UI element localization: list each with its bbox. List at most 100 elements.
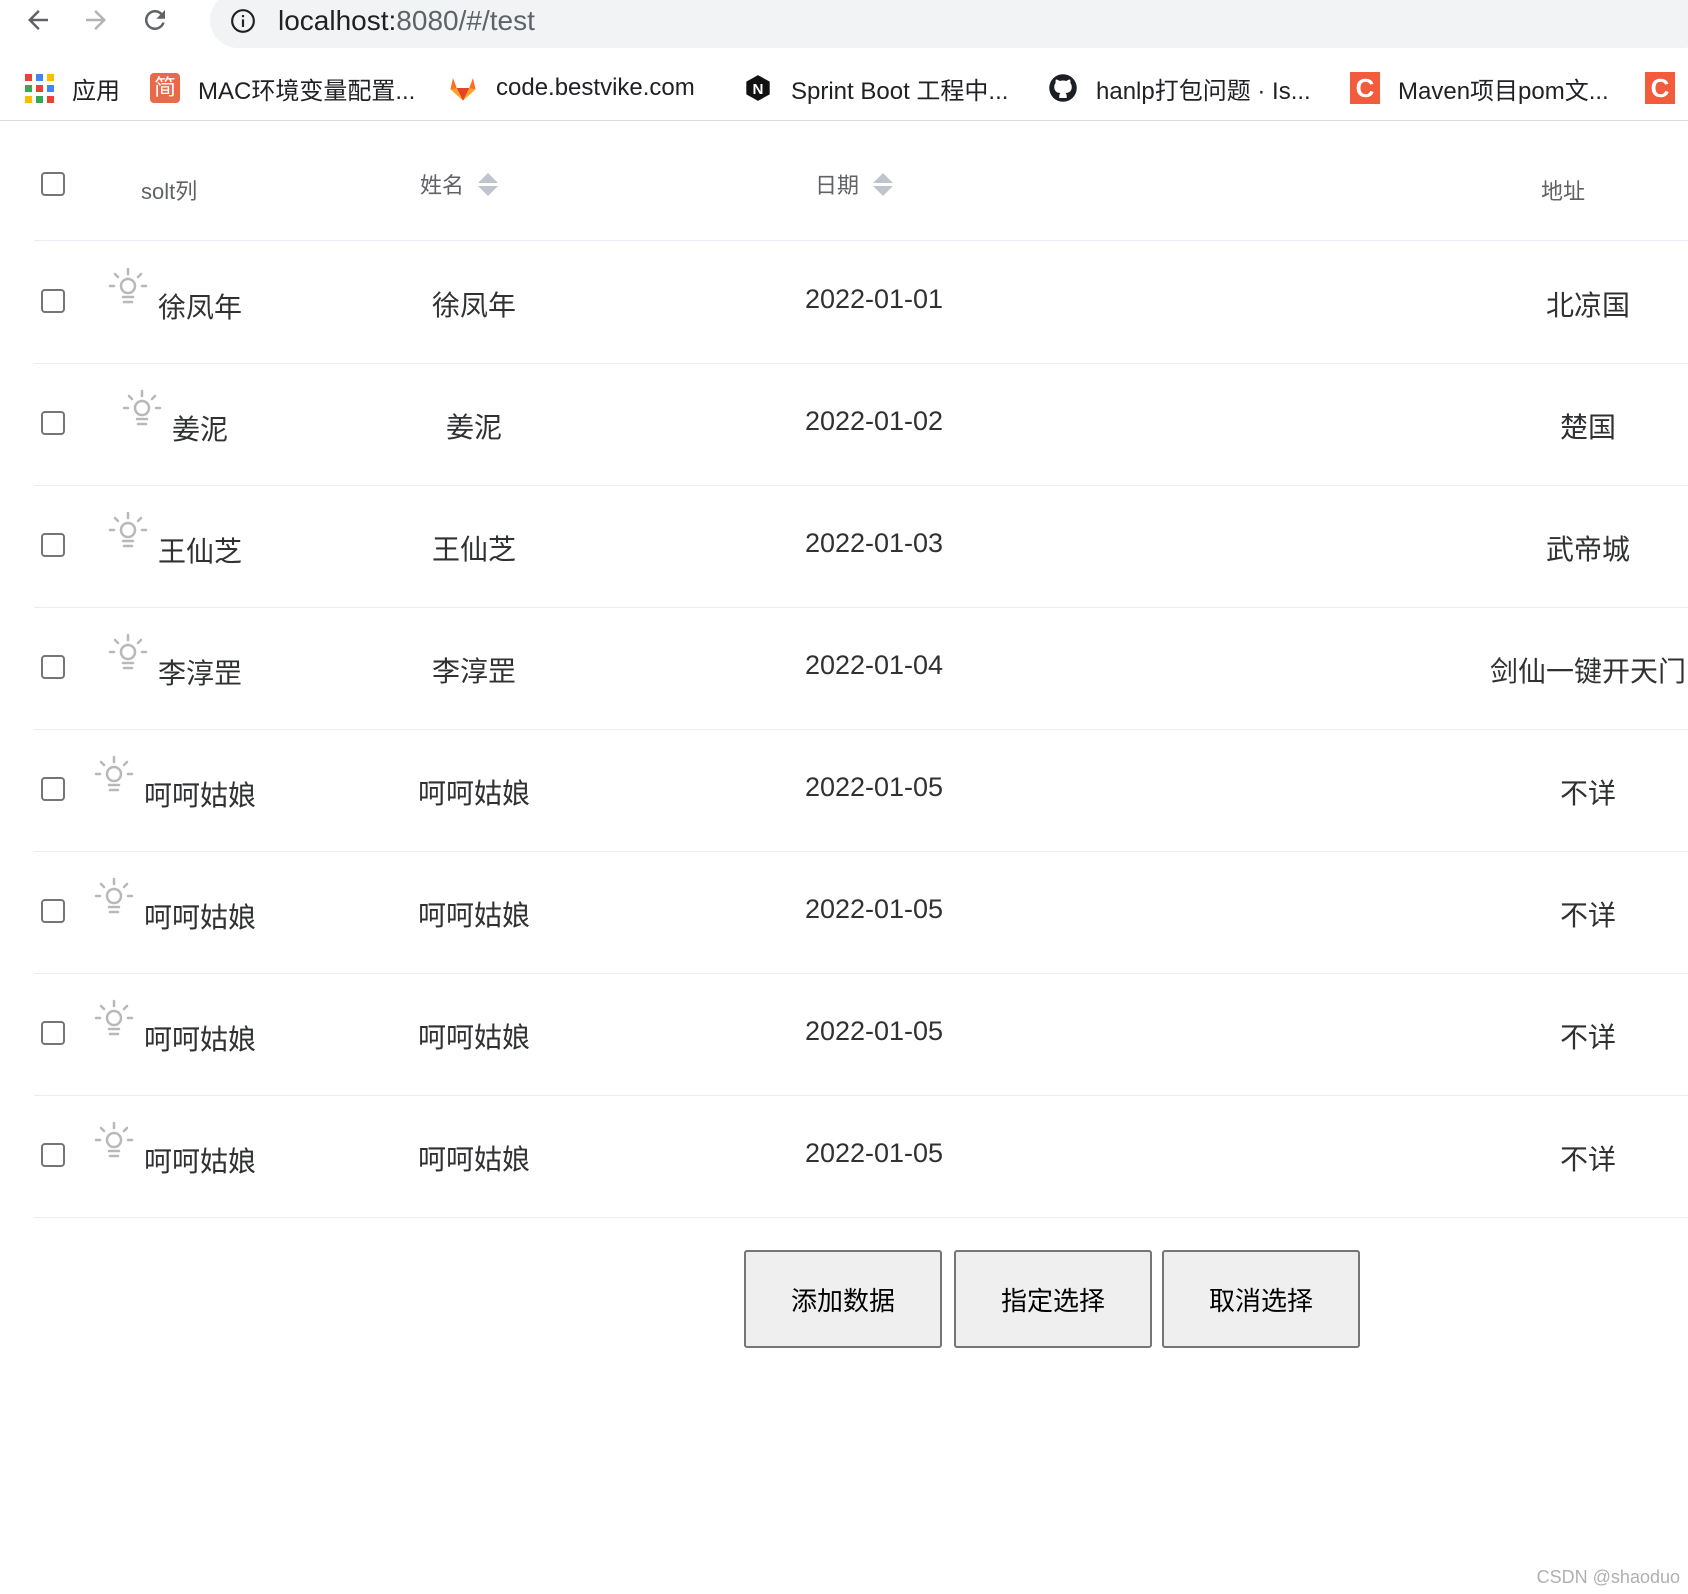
column-header-label: solt列	[141, 179, 198, 204]
table-row: 呵呵姑娘 呵呵姑娘 2022-01-05 不详	[34, 730, 1688, 852]
bookmark-label: Maven项目pom文...	[1398, 77, 1609, 105]
info-icon[interactable]	[230, 8, 256, 34]
table-row: 呵呵姑娘 呵呵姑娘 2022-01-05 不详	[34, 974, 1688, 1096]
lightbulb-icon	[108, 633, 148, 670]
slot-name: 呵呵姑娘	[144, 1024, 257, 1055]
date-cell: 2022-01-01	[804, 284, 944, 314]
address-cell: 不详	[1559, 1144, 1617, 1175]
bookmark-label: code.bestvike.com	[496, 74, 695, 101]
bookmark-hanlp[interactable]: hanlp打包问题 · Is...	[1048, 66, 1311, 110]
date-cell: 2022-01-03	[804, 528, 944, 558]
lightbulb-icon	[94, 1121, 134, 1158]
specify-selection-button[interactable]: 指定选择	[954, 1250, 1152, 1348]
bookmarks-bar: 应用 简 MAC环境变量配置... code.bestvike.com N Sp…	[0, 66, 1688, 121]
slot-cell: 呵呵姑娘	[92, 1120, 256, 1177]
bookmark-label: 应用	[72, 77, 120, 105]
name-cell: 王仙芝	[431, 534, 517, 565]
column-header-label: 姓名	[420, 173, 465, 198]
table-row: 王仙芝 王仙芝 2022-01-03 武帝城	[34, 486, 1688, 608]
lightbulb-icon	[108, 511, 148, 548]
slot-name: 姜泥	[172, 414, 229, 445]
csdn-icon: C	[1645, 72, 1675, 104]
reload-button[interactable]	[135, 0, 175, 40]
address-cell: 楚国	[1559, 412, 1617, 443]
date-cell: 2022-01-05	[804, 772, 944, 802]
address-cell: 不详	[1559, 900, 1617, 931]
arrow-left-icon	[28, 10, 48, 30]
address-bar[interactable]: localhost:8080/#/test	[210, 0, 1688, 48]
select-all-checkbox[interactable]	[41, 172, 65, 196]
name-cell: 姜泥	[445, 412, 503, 443]
github-icon	[1048, 73, 1078, 103]
slot-cell: 李淳罡	[106, 632, 242, 689]
slot-name: 呵呵姑娘	[144, 1146, 257, 1177]
table-row: 李淳罡 李淳罡 2022-01-04 剑仙一键开天门	[34, 608, 1688, 730]
column-header-slot: solt列	[141, 174, 197, 206]
column-header-date[interactable]: 日期	[815, 168, 894, 200]
forward-button[interactable]	[76, 0, 116, 40]
lightbulb-icon	[94, 755, 134, 792]
slot-cell: 王仙芝	[106, 510, 242, 567]
table-header-row: solt列 姓名 日期 地址	[34, 122, 1688, 241]
row-checkbox[interactable]	[41, 777, 65, 801]
column-header-label: 地址	[1541, 179, 1586, 204]
slot-name: 徐凤年	[158, 292, 243, 323]
table-row: 徐凤年 徐凤年 2022-01-01 北凉国	[34, 242, 1688, 364]
url-host: localhost:	[278, 5, 397, 36]
table-row: 呵呵姑娘 呵呵姑娘 2022-01-05 不详	[34, 852, 1688, 974]
arrow-right-icon	[86, 10, 106, 30]
cancel-selection-button[interactable]: 取消选择	[1162, 1250, 1360, 1348]
slot-cell: 姜泥	[120, 388, 228, 445]
bookmark-apps[interactable]: 应用	[24, 66, 120, 110]
name-cell: 呵呵姑娘	[417, 900, 531, 931]
slot-cell: 呵呵姑娘	[92, 754, 256, 811]
column-header-address: 地址	[1541, 174, 1585, 206]
back-button[interactable]	[18, 0, 58, 40]
address-cell: 北凉国	[1545, 290, 1631, 321]
browser-toolbar: localhost:8080/#/test	[0, 0, 1688, 50]
column-header-label: 日期	[815, 173, 860, 198]
row-checkbox[interactable]	[41, 655, 65, 679]
row-checkbox[interactable]	[41, 411, 65, 435]
row-checkbox[interactable]	[41, 1021, 65, 1045]
csdn-icon: C	[1350, 72, 1380, 104]
bookmark-label: MAC环境变量配置...	[198, 77, 416, 105]
sort-caret-icon[interactable]	[478, 172, 499, 196]
date-cell: 2022-01-04	[804, 650, 944, 680]
date-cell: 2022-01-05	[804, 1138, 944, 1168]
bookmark-label: hanlp打包问题 · Is...	[1096, 77, 1311, 105]
slot-name: 王仙芝	[158, 536, 243, 567]
bookmark-maven-pom[interactable]: C Maven项目pom文...	[1350, 66, 1609, 110]
bookmark-gitlab[interactable]: code.bestvike.com	[448, 66, 695, 110]
column-header-name[interactable]: 姓名	[420, 168, 499, 200]
bookmark-mac-env[interactable]: 简 MAC环境变量配置...	[150, 66, 415, 110]
bookmark-spring-boot[interactable]: N Sprint Boot 工程中...	[743, 66, 1008, 110]
slot-cell: 徐凤年	[106, 266, 242, 323]
date-cell: 2022-01-05	[804, 894, 944, 924]
url-path: 8080/#/test	[396, 5, 535, 36]
url-text[interactable]: localhost:8080/#/test	[278, 2, 535, 40]
row-checkbox[interactable]	[41, 533, 65, 557]
date-cell: 2022-01-02	[804, 406, 944, 436]
add-data-button[interactable]: 添加数据	[744, 1250, 942, 1348]
watermark: CSDN @shaoduo	[1536, 1567, 1680, 1587]
row-checkbox[interactable]	[41, 289, 65, 313]
svg-text:N: N	[753, 81, 764, 98]
reload-icon	[144, 9, 165, 30]
slot-cell: 呵呵姑娘	[92, 876, 256, 933]
table-row: 呵呵姑娘 呵呵姑娘 2022-01-05 不详	[34, 1096, 1688, 1218]
lightbulb-icon	[94, 999, 134, 1036]
lightbulb-icon	[122, 389, 162, 426]
address-cell: 剑仙一键开天门	[1489, 656, 1687, 687]
slot-name: 呵呵姑娘	[144, 780, 257, 811]
row-checkbox[interactable]	[41, 1143, 65, 1167]
date-cell: 2022-01-05	[804, 1016, 944, 1046]
sort-caret-icon[interactable]	[873, 172, 894, 196]
address-cell: 不详	[1559, 778, 1617, 809]
jianshu-icon: 简	[150, 73, 180, 103]
bookmark-csdn-overflow[interactable]: C	[1645, 66, 1688, 110]
lightbulb-icon	[94, 877, 134, 914]
name-cell: 呵呵姑娘	[417, 1144, 531, 1175]
row-checkbox[interactable]	[41, 899, 65, 923]
gitlab-icon	[448, 73, 478, 103]
